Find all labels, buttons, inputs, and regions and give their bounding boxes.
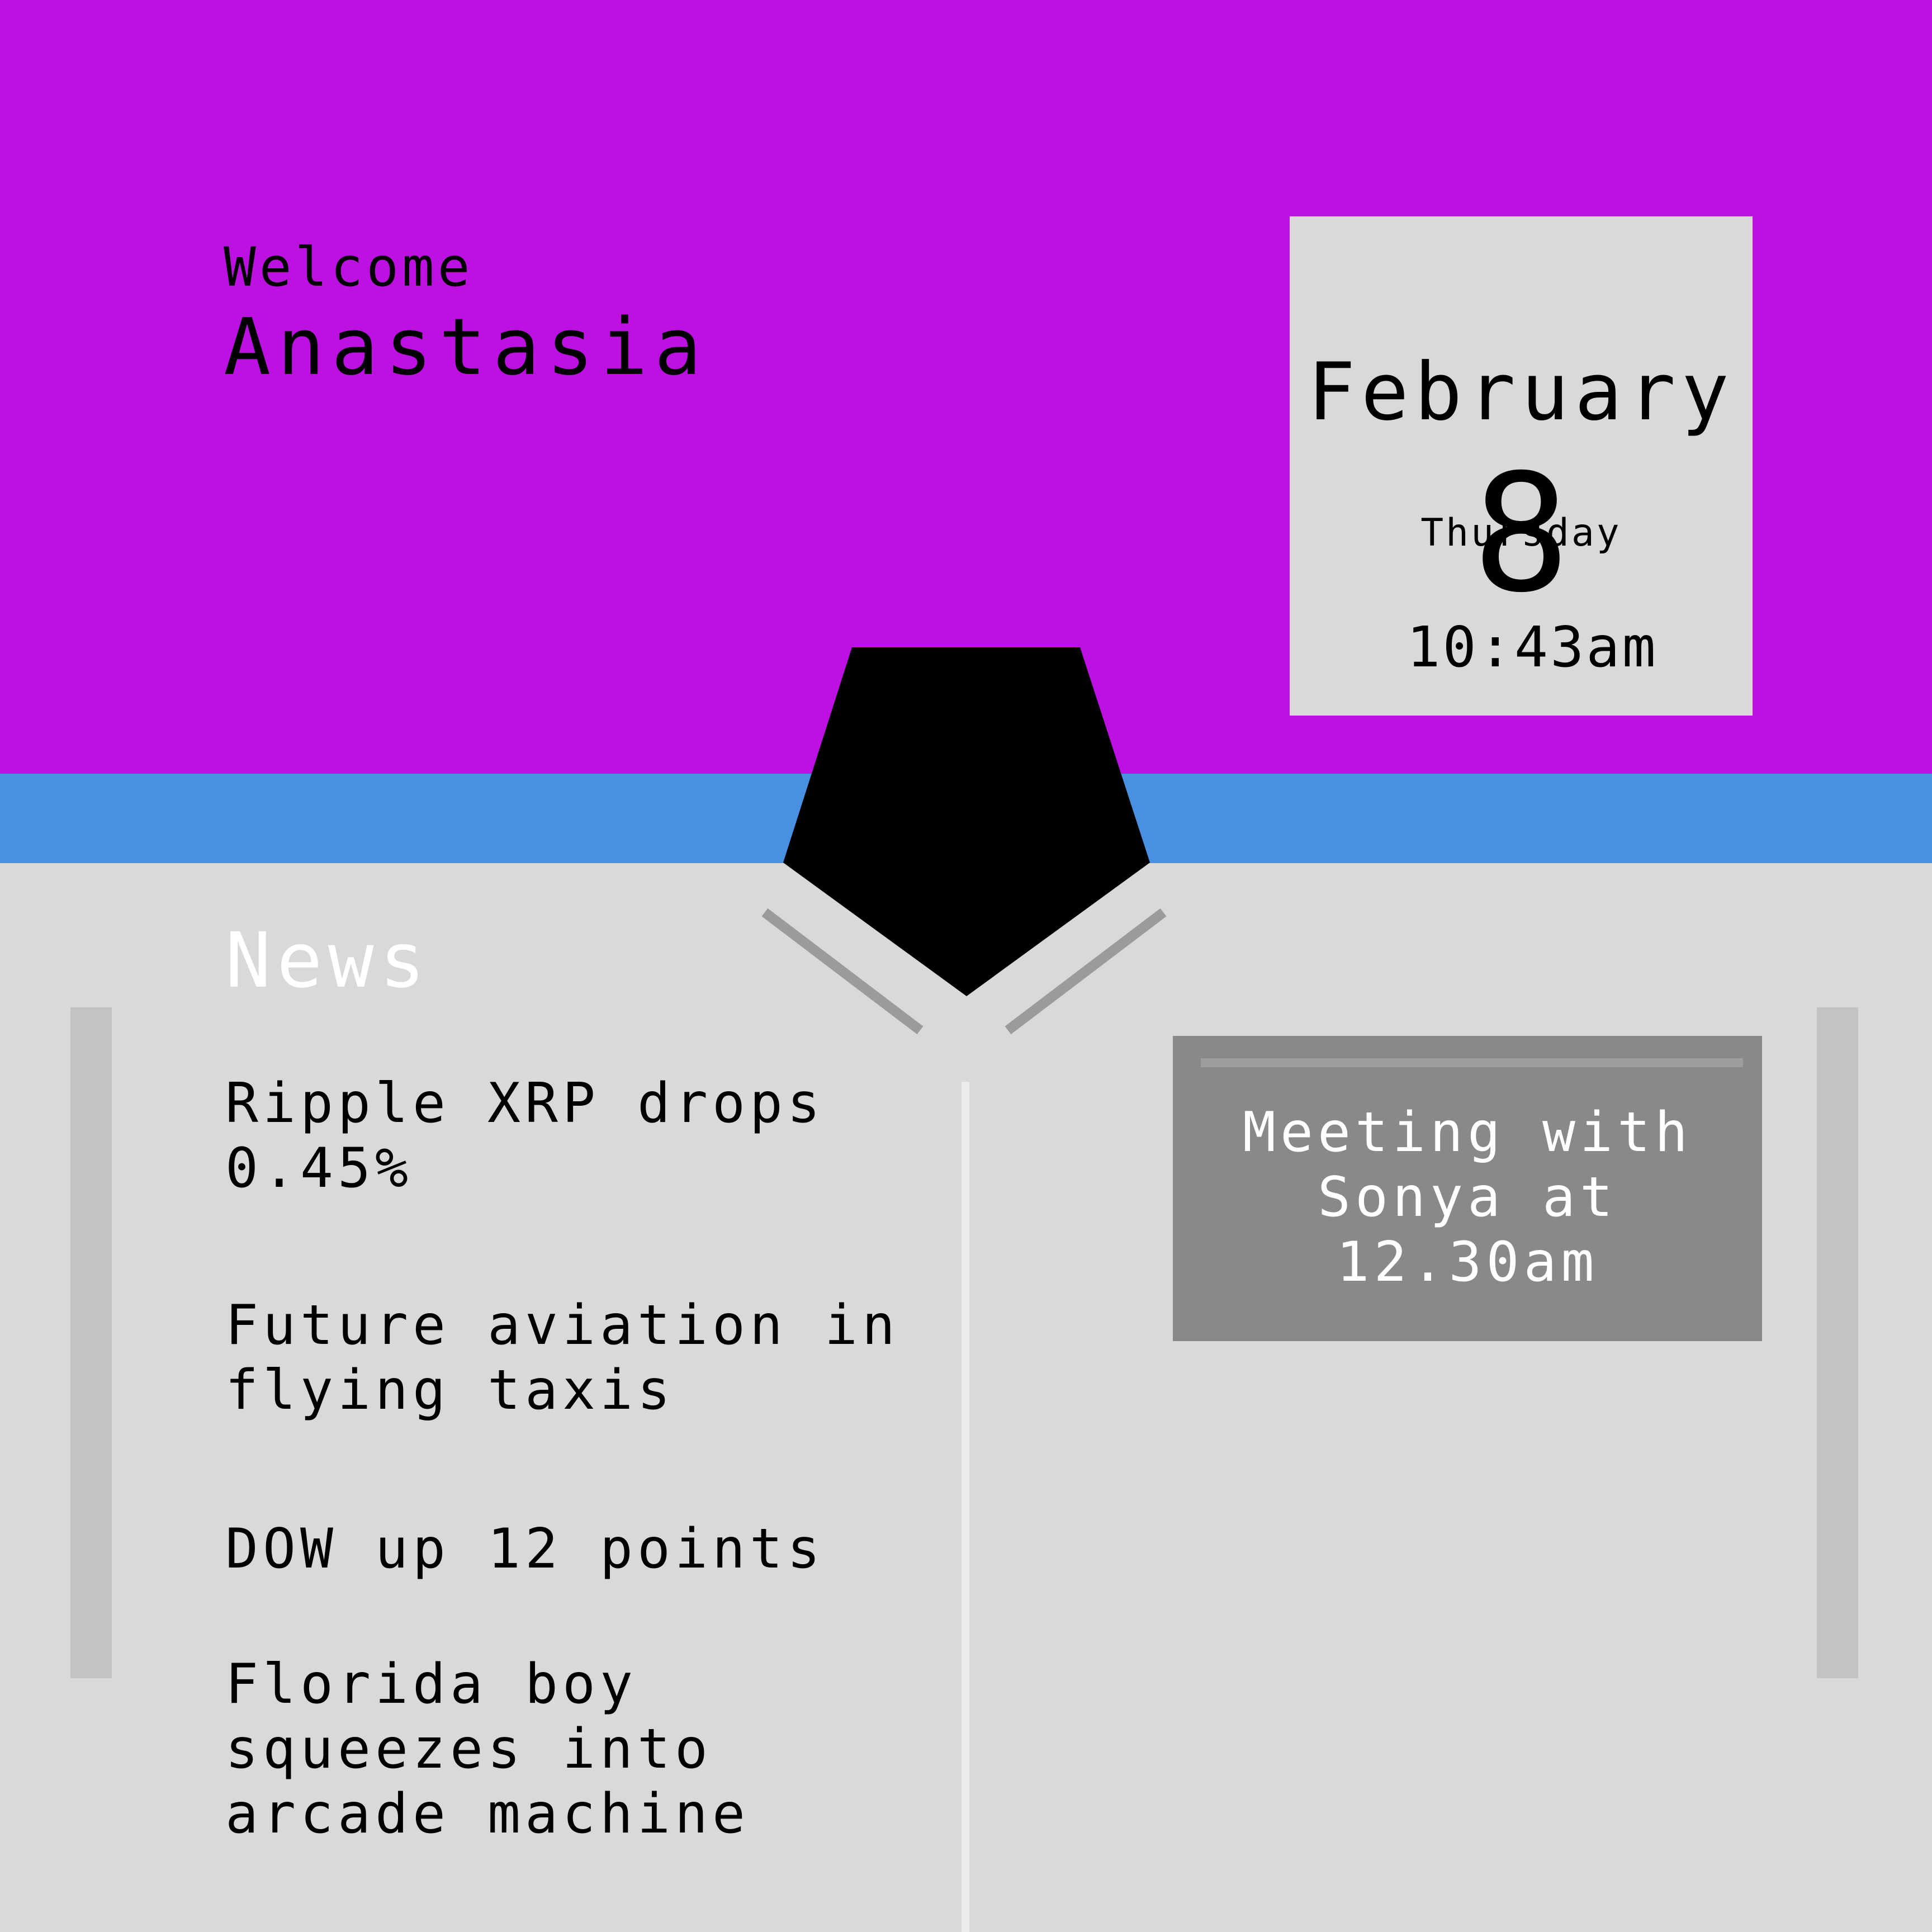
meeting-card-topline bbox=[1201, 1058, 1743, 1067]
news-item-line: squeezes into bbox=[225, 1717, 713, 1781]
news-item-line: flying taxis bbox=[225, 1358, 675, 1422]
news-item[interactable]: Future aviation in flying taxis bbox=[225, 1293, 899, 1423]
meeting-line: Sonya at bbox=[1317, 1166, 1617, 1229]
pentagon-shape[interactable] bbox=[783, 647, 1150, 996]
meeting-text: Meeting with Sonya at 12.30am bbox=[1173, 1100, 1762, 1295]
news-item-line: Ripple XRP drops bbox=[225, 1072, 825, 1135]
news-item-line: Future aviation in bbox=[225, 1294, 900, 1357]
meeting-line: 12.30am bbox=[1336, 1230, 1599, 1294]
right-scrollbar[interactable] bbox=[1817, 1007, 1858, 1678]
news-title: News bbox=[225, 917, 431, 1005]
news-item[interactable]: Ripple XRP drops 0.45% bbox=[225, 1071, 825, 1201]
meeting-line: Meeting with bbox=[1242, 1101, 1692, 1164]
column-divider bbox=[962, 1082, 969, 1932]
news-item-line: arcade machine bbox=[225, 1782, 750, 1846]
news-item-line: DOW up 12 points bbox=[225, 1517, 825, 1581]
meeting-card[interactable]: Meeting with Sonya at 12.30am bbox=[1173, 1036, 1762, 1341]
news-item-line: 0.45% bbox=[225, 1137, 413, 1200]
news-item[interactable]: Florida boy squeezes into arcade machine bbox=[225, 1652, 750, 1846]
news-item[interactable]: DOW up 12 points bbox=[225, 1517, 825, 1581]
left-scrollbar[interactable] bbox=[70, 1007, 112, 1678]
news-item-line: Florida boy bbox=[225, 1652, 638, 1716]
